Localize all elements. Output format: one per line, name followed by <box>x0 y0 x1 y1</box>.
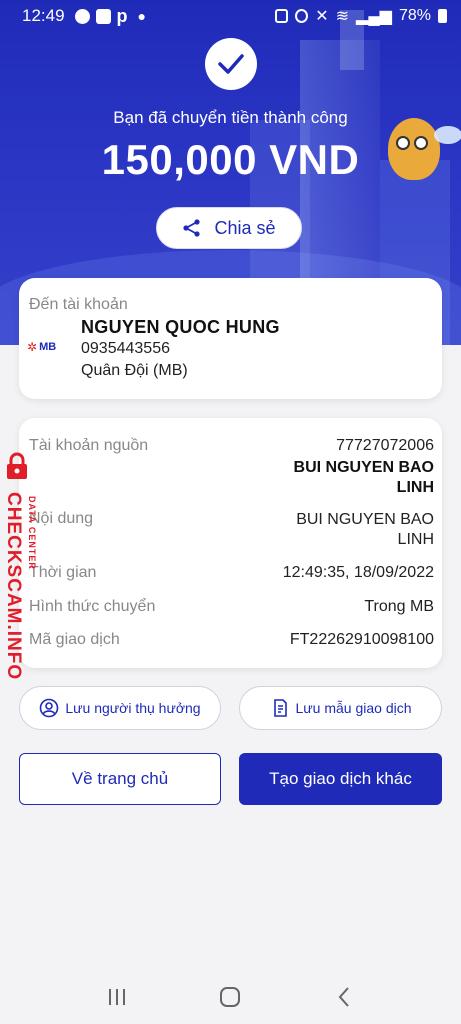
detail-row-source: Tài khoản nguồn 77727072006 <box>29 437 434 455</box>
share-label: Chia sẻ <box>214 217 276 238</box>
success-message: Bạn đã chuyển tiền thành công <box>113 108 348 127</box>
recipient-name: NGUYEN QUOC HUNG <box>81 317 280 337</box>
mb-bank-logo: ✲ MB <box>27 340 57 354</box>
battery-icon <box>438 9 447 23</box>
mb-star-icon: ✲ <box>27 340 38 354</box>
back-button[interactable] <box>324 977 364 1017</box>
mascot-eye <box>396 136 410 150</box>
recipient-bank: Quân Đội (MB) <box>81 362 188 379</box>
system-nav-bar <box>0 970 461 1024</box>
battery-percent: 78% <box>398 7 431 24</box>
method-label: Hình thức chuyển <box>29 598 156 615</box>
detail-row-transaction-id: Mã giao dịch FT22262910098100 <box>29 631 434 649</box>
signal-icon: ▂▄▆ <box>356 8 392 25</box>
notification-icons: p ● <box>74 5 147 27</box>
source-label: Tài khoản nguồn <box>29 437 149 454</box>
time-value: 12:49:35, 18/09/2022 <box>282 564 434 581</box>
destination-label: Đến tài khoản <box>29 296 128 313</box>
transaction-id-value: FT22262910098100 <box>289 631 434 648</box>
share-icon <box>183 219 201 237</box>
recent-apps-button[interactable] <box>97 977 137 1017</box>
watermark-subtext: DATA CENTER <box>27 496 37 570</box>
alarm-icon <box>295 9 309 23</box>
user-circle-icon <box>40 698 59 718</box>
success-check-icon <box>205 38 257 90</box>
home-nav-button[interactable] <box>210 977 250 1017</box>
recipient-account: 0935443556 <box>81 340 170 357</box>
wifi-icon: ≋ <box>335 8 350 25</box>
save-beneficiary-label: Lưu người thụ hưởng <box>65 700 201 716</box>
screenshot-icon <box>275 9 289 23</box>
system-icons: ✕ ≋ ▂▄▆ 78% <box>275 6 447 26</box>
document-icon <box>273 699 287 717</box>
method-value: Trong MB <box>364 598 434 615</box>
messenger-icon <box>74 8 90 24</box>
save-template-label: Lưu mẫu giao dịch <box>295 700 412 716</box>
mute-icon: ✕ <box>315 8 329 25</box>
gallery-icon <box>95 8 111 24</box>
save-beneficiary-button[interactable]: Lưu người thụ hưởng <box>19 686 221 730</box>
destination-card: Đến tài khoản ✲ MB NGUYEN QUOC HUNG 0935… <box>19 278 442 399</box>
detail-row-time: Thời gian 12:49:35, 18/09/2022 <box>29 564 434 582</box>
lock-icon <box>7 452 27 479</box>
status-bar: 12:49 p ● ✕ ≋ ▂▄▆ 78% <box>0 0 461 32</box>
home-button[interactable]: Về trang chủ <box>19 753 221 805</box>
source-name: BUI NGUYEN BAO LINH <box>293 459 434 496</box>
bee-mascot-icon <box>388 118 461 180</box>
source-account: 77727072006 <box>336 437 434 454</box>
detail-row-source-name: BUI NGUYEN BAO LINH <box>29 458 434 498</box>
mascot-eye <box>414 136 428 150</box>
app-p-icon: p <box>116 5 128 26</box>
checkscam-watermark: CHECKSCAM.INFO DATA CENTER <box>2 452 46 682</box>
new-transaction-button[interactable]: Tạo giao dịch khác <box>239 753 442 805</box>
more-notifications-icon: ● <box>137 8 147 24</box>
mascot-wing <box>434 126 461 144</box>
detail-row-method: Hình thức chuyển Trong MB <box>29 598 434 616</box>
share-button[interactable]: Chia sẻ <box>156 207 302 249</box>
content-value: BUI NGUYEN BAO LINH <box>296 511 434 548</box>
watermark-text: CHECKSCAM.INFO <box>3 492 24 681</box>
home-nav-icon <box>220 987 241 1007</box>
detail-row-content: Nội dung BUI NGUYEN BAO LINH <box>29 510 434 550</box>
transaction-details-card: Tài khoản nguồn 77727072006 BUI NGUYEN B… <box>19 418 442 668</box>
status-time: 12:49 <box>22 6 65 25</box>
save-template-button[interactable]: Lưu mẫu giao dịch <box>239 686 442 730</box>
recent-apps-icon <box>108 989 125 1005</box>
back-icon <box>338 987 349 1007</box>
